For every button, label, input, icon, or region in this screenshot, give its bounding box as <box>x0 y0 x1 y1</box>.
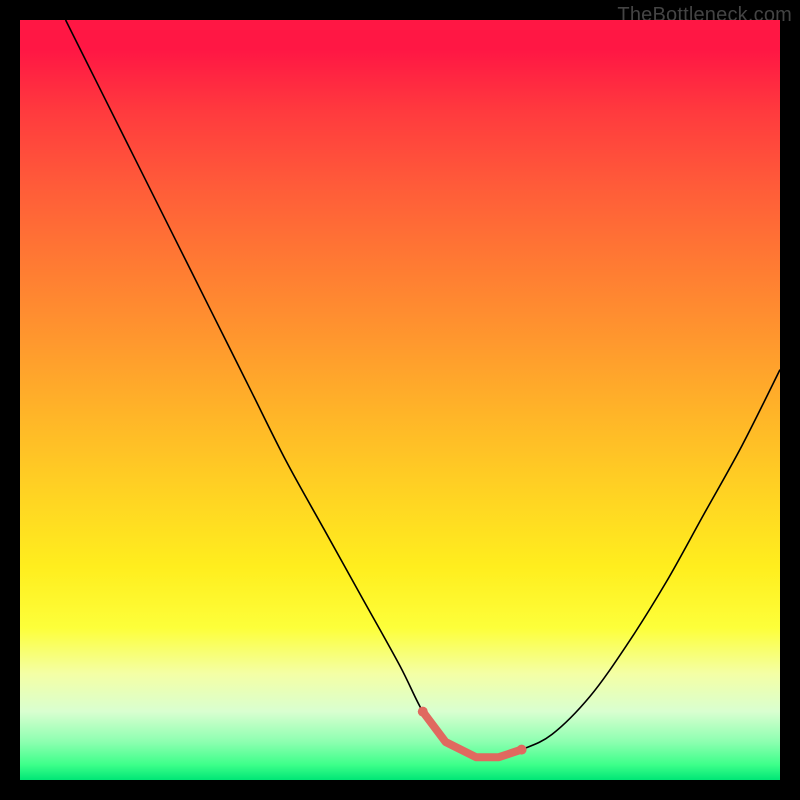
bottleneck-curve <box>66 20 780 759</box>
optimal-range-start-dot <box>418 707 428 717</box>
optimal-range-marker <box>423 712 522 758</box>
curve-svg <box>20 20 780 780</box>
plot-area <box>20 20 780 780</box>
chart-canvas: TheBottleneck.com <box>0 0 800 800</box>
optimal-range-end-dot <box>517 745 527 755</box>
